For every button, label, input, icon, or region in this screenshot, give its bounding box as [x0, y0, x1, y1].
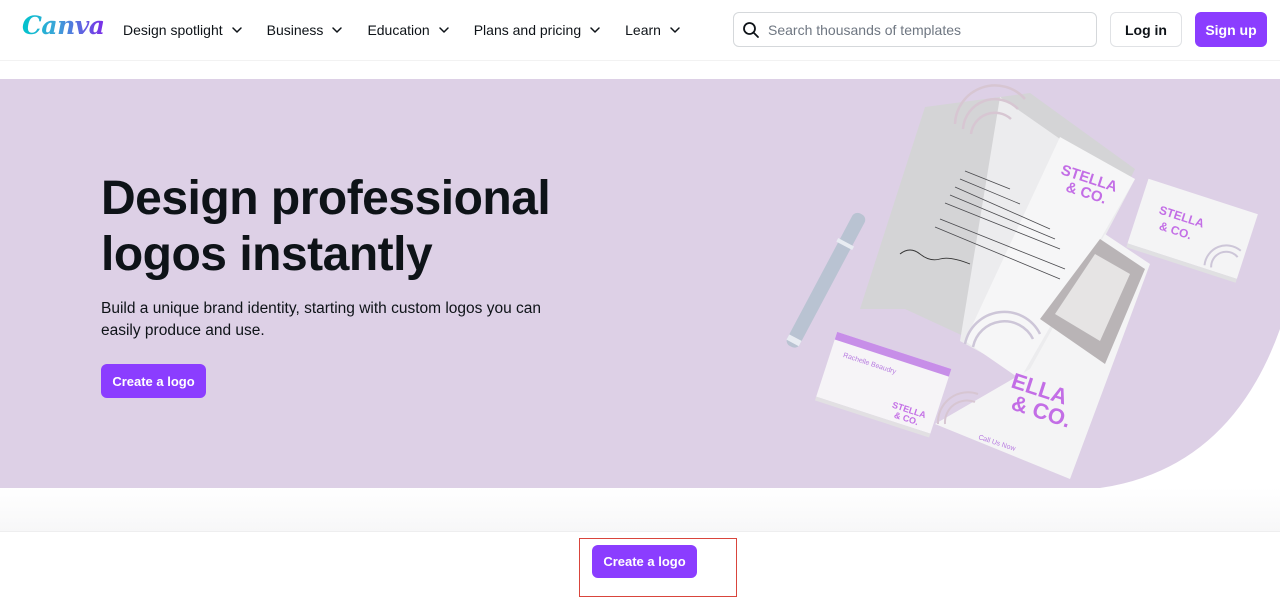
chevron-down-icon	[331, 24, 343, 36]
hero-subtitle: Build a unique brand identity, starting …	[101, 300, 541, 339]
nav-label: Learn	[625, 22, 661, 38]
search-input[interactable]	[768, 21, 1068, 38]
nav-label: Education	[367, 22, 430, 38]
nav-label: Plans and pricing	[473, 22, 582, 38]
curve-cutout	[1100, 329, 1280, 488]
pen-illustration	[786, 212, 866, 348]
business-card-left: Rachelle Beaudry STELLA & CO.	[814, 331, 952, 438]
create-a-logo-button[interactable]: Create a logo	[101, 364, 206, 398]
nav-design-spotlight[interactable]: Design spotlight	[112, 12, 254, 48]
nav-education[interactable]: Education	[356, 12, 460, 48]
hero-title-line-1: Design professional	[101, 172, 551, 225]
hero-title-line-2: logos instantly	[101, 228, 433, 281]
nav-learn[interactable]: Learn	[614, 12, 692, 48]
nav-label: Design spotlight	[123, 22, 223, 38]
search-icon	[742, 21, 760, 39]
chevron-down-icon	[589, 24, 601, 36]
content-divider	[0, 488, 1280, 532]
hero-title: Design professional logos instantly	[101, 171, 661, 283]
sign-up-button[interactable]: Sign up	[1195, 12, 1267, 47]
sticky-create-a-logo-button[interactable]: Create a logo	[592, 545, 697, 578]
chevron-down-icon	[669, 24, 681, 36]
hero-section: Design professional logos instantly Buil…	[0, 79, 1280, 488]
chevron-down-icon	[438, 24, 450, 36]
nav-business[interactable]: Business	[256, 12, 355, 48]
main-nav: Design spotlight Business Education Plan…	[112, 0, 694, 60]
nav-plans-and-pricing[interactable]: Plans and pricing	[463, 12, 612, 48]
search-bar[interactable]	[733, 12, 1097, 47]
log-in-button[interactable]: Log in	[1110, 12, 1182, 47]
chevron-down-icon	[231, 24, 243, 36]
stationery-mockup-image: STELLA & CO. STELLA & CO. ELLA & CO. Cal…	[760, 79, 1280, 488]
nav-label: Business	[266, 22, 324, 38]
top-navigation-bar: Canva Design spotlight Business Educatio…	[0, 0, 1280, 60]
canva-logo[interactable]: Canva	[22, 11, 105, 40]
